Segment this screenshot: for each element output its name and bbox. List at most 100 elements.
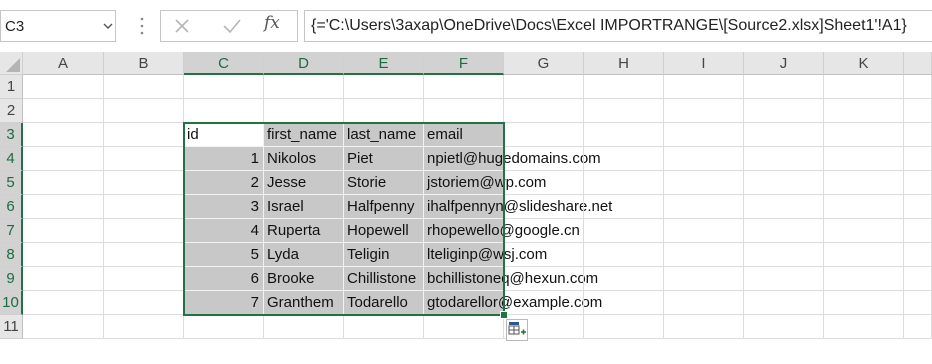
cell-i1[interactable] bbox=[664, 75, 744, 99]
cell-g2[interactable] bbox=[504, 99, 584, 123]
name-box[interactable]: C3 bbox=[0, 10, 116, 42]
row-header-9[interactable]: 9 bbox=[0, 267, 23, 291]
cell-g3[interactable] bbox=[504, 123, 584, 147]
cell-b6[interactable] bbox=[104, 195, 184, 219]
cell-l6[interactable] bbox=[904, 195, 932, 219]
cell-d5[interactable]: Jesse bbox=[264, 171, 344, 195]
cell-j7[interactable] bbox=[744, 219, 824, 243]
cell-b1[interactable] bbox=[104, 75, 184, 99]
cell-k7[interactable] bbox=[824, 219, 904, 243]
enter-check-icon[interactable] bbox=[222, 17, 242, 35]
cell-j8[interactable] bbox=[744, 243, 824, 267]
cell-j3[interactable] bbox=[744, 123, 824, 147]
cell-c10[interactable]: 7 bbox=[184, 291, 264, 315]
column-header-c[interactable]: C bbox=[184, 52, 264, 75]
column-header-j[interactable]: J bbox=[744, 52, 824, 75]
cell-e8[interactable]: Teligin bbox=[344, 243, 424, 267]
cell-c1[interactable] bbox=[184, 75, 264, 99]
row-header-5[interactable]: 5 bbox=[0, 171, 23, 195]
column-header-f[interactable]: F bbox=[424, 52, 504, 75]
row-header-1[interactable]: 1 bbox=[0, 75, 23, 99]
cell-c5[interactable]: 2 bbox=[184, 171, 264, 195]
cell-j4[interactable] bbox=[744, 147, 824, 171]
cell-f5[interactable]: jstoriem@wp.com bbox=[424, 171, 546, 195]
cell-d2[interactable] bbox=[264, 99, 344, 123]
cell-g5[interactable] bbox=[504, 171, 584, 195]
cell-j10[interactable] bbox=[744, 291, 824, 315]
formula-input[interactable]: {='C:\Users\3axap\OneDrive\Docs\Excel IM… bbox=[304, 10, 932, 42]
row-header-10[interactable]: 10 bbox=[0, 291, 23, 315]
cell-a11[interactable] bbox=[23, 315, 104, 339]
cell-i5[interactable] bbox=[664, 171, 744, 195]
drag-handle-icon[interactable] bbox=[140, 16, 144, 36]
cell-h1[interactable] bbox=[584, 75, 664, 99]
cell-f1[interactable] bbox=[424, 75, 504, 99]
cell-g1[interactable] bbox=[504, 75, 584, 99]
cell-i3[interactable] bbox=[664, 123, 744, 147]
cell-k11[interactable] bbox=[824, 315, 904, 339]
cell-l10[interactable] bbox=[904, 291, 932, 315]
cell-g10[interactable] bbox=[504, 291, 584, 315]
cell-k3[interactable] bbox=[824, 123, 904, 147]
cell-c7[interactable]: 4 bbox=[184, 219, 264, 243]
cell-l3[interactable] bbox=[904, 123, 932, 147]
cell-h8[interactable] bbox=[584, 243, 664, 267]
cell-k6[interactable] bbox=[824, 195, 904, 219]
insert-function-icon[interactable]: fx bbox=[264, 13, 280, 33]
cell-k10[interactable] bbox=[824, 291, 904, 315]
cell-i6[interactable] bbox=[664, 195, 744, 219]
row-header-3[interactable]: 3 bbox=[0, 123, 23, 147]
cell-e11[interactable] bbox=[344, 315, 424, 339]
cell-h9[interactable] bbox=[584, 267, 664, 291]
cell-d1[interactable] bbox=[264, 75, 344, 99]
cell-b3[interactable] bbox=[104, 123, 184, 147]
row-header-8[interactable]: 8 bbox=[0, 243, 23, 267]
cell-g4[interactable] bbox=[504, 147, 584, 171]
cell-a8[interactable] bbox=[23, 243, 104, 267]
cell-f2[interactable] bbox=[424, 99, 504, 123]
cell-l7[interactable] bbox=[904, 219, 932, 243]
cell-b5[interactable] bbox=[104, 171, 184, 195]
column-header-i[interactable]: I bbox=[664, 52, 744, 75]
cell-f9[interactable]: bchillistoneq@hexun.com bbox=[424, 267, 598, 291]
cell-a2[interactable] bbox=[23, 99, 104, 123]
cell-h10[interactable] bbox=[584, 291, 664, 315]
column-header-d[interactable]: D bbox=[264, 52, 344, 75]
cell-k2[interactable] bbox=[824, 99, 904, 123]
cell-b7[interactable] bbox=[104, 219, 184, 243]
cell-f7[interactable]: rhopewello@google.cn bbox=[424, 219, 580, 243]
cell-g6[interactable] bbox=[504, 195, 584, 219]
column-header-g[interactable]: G bbox=[504, 52, 584, 75]
cell-b2[interactable] bbox=[104, 99, 184, 123]
cell-g8[interactable] bbox=[504, 243, 584, 267]
column-header-a[interactable]: A bbox=[23, 52, 104, 75]
cell-a7[interactable] bbox=[23, 219, 104, 243]
cell-a1[interactable] bbox=[23, 75, 104, 99]
cell-k8[interactable] bbox=[824, 243, 904, 267]
row-header-4[interactable]: 4 bbox=[0, 147, 23, 171]
quick-analysis-button[interactable] bbox=[506, 319, 528, 341]
cell-j2[interactable] bbox=[744, 99, 824, 123]
cell-c4[interactable]: 1 bbox=[184, 147, 264, 171]
cell-f11[interactable] bbox=[424, 315, 504, 339]
cell-l4[interactable] bbox=[904, 147, 932, 171]
cell-c8[interactable]: 5 bbox=[184, 243, 264, 267]
cell-d4[interactable]: Nikolos bbox=[264, 147, 344, 171]
cell-c2[interactable] bbox=[184, 99, 264, 123]
cell-j5[interactable] bbox=[744, 171, 824, 195]
cell-e5[interactable]: Storie bbox=[344, 171, 424, 195]
cell-h2[interactable] bbox=[584, 99, 664, 123]
cell-a6[interactable] bbox=[23, 195, 104, 219]
cell-d8[interactable]: Lyda bbox=[264, 243, 344, 267]
cell-a10[interactable] bbox=[23, 291, 104, 315]
cell-d10[interactable]: Granthem bbox=[264, 291, 344, 315]
cell-e4[interactable]: Piet bbox=[344, 147, 424, 171]
cell-l11[interactable] bbox=[904, 315, 932, 339]
fill-handle[interactable] bbox=[500, 311, 508, 319]
cell-b8[interactable] bbox=[104, 243, 184, 267]
cell-g9[interactable] bbox=[504, 267, 584, 291]
cell-b10[interactable] bbox=[104, 291, 184, 315]
cell-c11[interactable] bbox=[184, 315, 264, 339]
select-all-button[interactable] bbox=[0, 52, 23, 75]
cell-e10[interactable]: Todarello bbox=[344, 291, 424, 315]
